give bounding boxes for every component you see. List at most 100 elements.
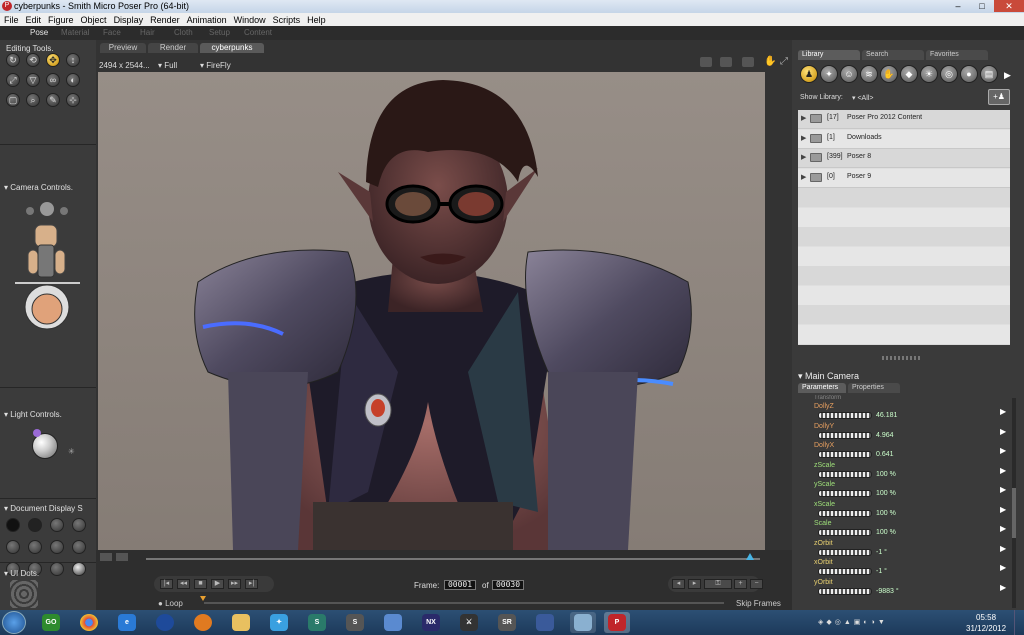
pan-hand-icon[interactable]: ✋	[764, 56, 776, 67]
param-value[interactable]: -9883 °	[876, 588, 899, 595]
view-magnifier-icon[interactable]: ⌕	[26, 93, 40, 107]
scale-tool-icon[interactable]: ⤢	[6, 73, 20, 87]
param-row-xscale[interactable]: xScale 100 % ▶	[792, 501, 1012, 521]
loop-marker[interactable]	[200, 596, 206, 601]
param-dial[interactable]	[818, 451, 872, 458]
materials-category-icon[interactable]: ●	[960, 65, 978, 83]
skyrim-icon[interactable]: ⚔	[456, 612, 482, 633]
delete-key-button[interactable]: −	[750, 579, 763, 589]
render-fit-icon[interactable]	[742, 57, 754, 67]
param-value[interactable]: 46.181	[876, 412, 897, 419]
expand-arrow-icon[interactable]: ▶	[801, 134, 806, 142]
outline-style-icon[interactable]	[28, 518, 42, 532]
cartoon-style-icon[interactable]	[72, 540, 86, 554]
param-value[interactable]: 100 %	[876, 490, 896, 497]
active-window-icon[interactable]	[570, 612, 596, 633]
hands-category-icon[interactable]: ✋	[880, 65, 898, 83]
param-row-dollyx[interactable]: DollyX 0.641 ▶	[792, 442, 1012, 462]
rotate-tool-icon[interactable]: ↻	[6, 53, 20, 67]
expand-arrow-icon[interactable]: ▶	[801, 173, 806, 181]
morphing-tool-icon[interactable]: ✎	[46, 93, 60, 107]
zoom-fit-icon[interactable]: ⤢	[780, 56, 788, 67]
param-menu-arrow-icon[interactable]: ▶	[1000, 466, 1006, 475]
translate-in-out-icon[interactable]: ↕	[66, 53, 80, 67]
menu-object[interactable]: Object	[81, 15, 107, 25]
silhouette-style-icon[interactable]	[6, 518, 20, 532]
param-dial[interactable]	[818, 490, 872, 497]
current-frame-field[interactable]: 00001	[444, 580, 476, 590]
param-row-zorbit[interactable]: zOrbit -1 ° ▶	[792, 540, 1012, 560]
camera-controls-widget[interactable]	[10, 195, 90, 345]
maximize-button[interactable]: □	[970, 0, 994, 12]
show-desktop-button[interactable]	[1014, 610, 1024, 635]
expressions-category-icon[interactable]: ☺	[840, 65, 858, 83]
animation-palette-icon[interactable]	[116, 553, 128, 561]
direct-manipulation-icon[interactable]: ⊹	[66, 93, 80, 107]
param-menu-arrow-icon[interactable]: ▶	[1000, 524, 1006, 533]
param-dial[interactable]	[818, 529, 872, 536]
prev-key-button[interactable]: ◂	[672, 579, 685, 589]
param-menu-arrow-icon[interactable]: ▶	[1000, 583, 1006, 592]
tab-cyberpunks[interactable]: cyberpunks	[200, 43, 264, 53]
room-tab-cloth[interactable]: Cloth	[174, 28, 193, 37]
twist-tool-icon[interactable]: ⟲	[26, 53, 40, 67]
next-key-button[interactable]: ▸	[688, 579, 701, 589]
param-dial[interactable]	[818, 412, 872, 419]
add-key-button[interactable]: +	[734, 579, 747, 589]
timeline-playhead[interactable]	[746, 553, 754, 560]
param-value[interactable]: 100 %	[876, 471, 896, 478]
param-row-yorbit[interactable]: yOrbit -9883 ° ▶	[792, 579, 1012, 599]
wireframe-style-icon[interactable]	[50, 518, 64, 532]
param-value[interactable]: 100 %	[876, 529, 896, 536]
show-library-dropdown[interactable]: ▾ <All>	[852, 94, 873, 102]
color-tool-icon[interactable]: ◐	[66, 73, 80, 87]
add-to-library-button[interactable]: +♟	[988, 89, 1010, 105]
go-to-end-button[interactable]: ▸|	[245, 579, 258, 589]
param-row-scale[interactable]: Scale 100 % ▶	[792, 520, 1012, 540]
tab-render[interactable]: Render	[148, 43, 198, 53]
app-s2-icon[interactable]: S	[342, 612, 368, 633]
menu-animation[interactable]: Animation	[187, 15, 227, 25]
system-tray-icons[interactable]: ◈◆◎▲▣◐◑▼	[818, 618, 948, 628]
notes-app-icon[interactable]	[380, 612, 406, 633]
sun-light-icon[interactable]: ✳	[68, 447, 75, 456]
room-tab-hair[interactable]: Hair	[140, 28, 155, 37]
lights-category-icon[interactable]: ☀	[920, 65, 938, 83]
param-dial[interactable]	[818, 548, 872, 556]
poser-taskbar-icon[interactable]: P	[604, 612, 630, 633]
minimize-button[interactable]: –	[946, 0, 970, 12]
param-value[interactable]: -1 °	[876, 549, 887, 556]
param-value[interactable]: 0.641	[876, 451, 894, 458]
param-dial[interactable]	[818, 431, 872, 439]
nexus-app-icon[interactable]: NX	[418, 612, 444, 633]
render-compare-icon[interactable]	[720, 57, 732, 67]
param-row-dollyz[interactable]: DollyZ 46.181 ▶	[792, 403, 1012, 423]
param-menu-arrow-icon[interactable]: ▶	[1000, 544, 1006, 553]
sr-app-icon[interactable]: SR	[494, 612, 520, 633]
close-button[interactable]: ✕	[994, 0, 1024, 12]
keyframes-icon[interactable]	[100, 553, 112, 561]
app-s-icon[interactable]: S	[304, 612, 330, 633]
ui-dots-grid[interactable]	[10, 580, 38, 608]
edit-keys-button[interactable]: ⚿	[704, 579, 732, 589]
internet-explorer-icon[interactable]: e	[114, 612, 140, 633]
room-tab-content[interactable]: Content	[244, 28, 272, 37]
param-menu-arrow-icon[interactable]: ▶	[1000, 505, 1006, 514]
param-menu-arrow-icon[interactable]: ▶	[1000, 446, 1006, 455]
menu-file[interactable]: File	[4, 15, 19, 25]
tab-parameters[interactable]: Parameters	[798, 383, 846, 393]
figures-category-icon[interactable]: ♟	[800, 65, 818, 83]
library-row[interactable]: ▶ [399] Poser 8	[798, 149, 1010, 168]
expand-arrow-icon[interactable]: ▶	[801, 153, 806, 161]
taper-tool-icon[interactable]: ▽	[26, 73, 40, 87]
smooth-lined-style-icon[interactable]	[50, 562, 64, 576]
more-categories-arrow-icon[interactable]: ▶	[1004, 70, 1011, 81]
step-back-button[interactable]: ◂◂	[177, 579, 190, 589]
param-menu-arrow-icon[interactable]: ▶	[1000, 485, 1006, 494]
hair-category-icon[interactable]: ≋	[860, 65, 878, 83]
library-row[interactable]: ▶ [0] Poser 9	[798, 169, 1010, 188]
total-frames-field[interactable]: 00030	[492, 580, 524, 590]
light-handle-icon[interactable]	[33, 429, 41, 437]
param-row-dollyy[interactable]: DollyY 4.964 ▶	[792, 423, 1012, 443]
go-to-start-button[interactable]: |◂	[160, 579, 173, 589]
